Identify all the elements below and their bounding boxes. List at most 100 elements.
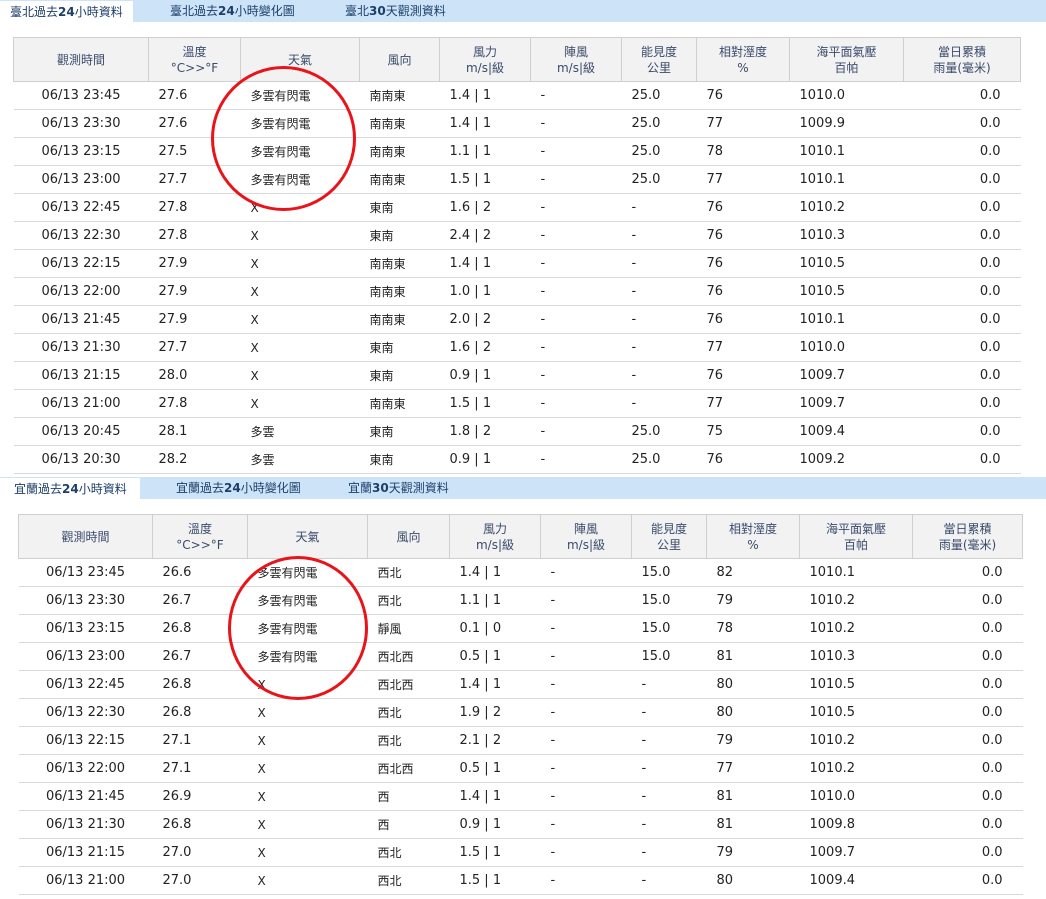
- cell-time: 06/13 21:30: [18, 810, 153, 839]
- cell-wind-dir: 東南: [359, 193, 440, 222]
- cell-humidity: 76: [696, 361, 790, 390]
- header-wind-dir-line: 風向: [396, 529, 421, 544]
- cell-weather: 多雲: [240, 445, 360, 474]
- cell-pressure: 1009.7: [789, 389, 904, 418]
- cell-rainfall: 0.0: [903, 361, 1021, 390]
- tab-taipei-24h-data[interactable]: 臺北過去24小時資料: [0, 0, 133, 23]
- tab-taipei-24h-chart[interactable]: 臺北過去24小時變化圖: [160, 0, 305, 22]
- header-humidity-line: 相對溼度: [728, 521, 777, 536]
- cell-wind-force: 2.0 | 2: [439, 305, 531, 334]
- table-row: 06/13 22:15 27.9 X 南南東 1.4 | 1- -76 1010.5 0.0: [13, 249, 1021, 278]
- cell-weather: X: [247, 866, 368, 895]
- cell-visibility: -: [631, 698, 707, 727]
- cell-temp: 26.9: [152, 782, 248, 811]
- tab-label-suffix: 小時資料: [78, 482, 127, 496]
- cell-temp: 27.0: [152, 838, 248, 867]
- cell-time: 06/13 22:45: [18, 670, 153, 699]
- header-time-line: 觀測時間: [56, 52, 105, 67]
- header-wind-dir: 風向: [367, 514, 450, 559]
- cell-visibility: -: [631, 866, 707, 895]
- table-row: 06/13 21:30 26.8 X 西 0.9 | 1- -81 1009.8 0.0: [18, 810, 1023, 839]
- cell-pressure: 1009.9: [789, 109, 904, 138]
- cell-visibility: 25.0: [621, 137, 697, 166]
- header-temp-line: 溫度: [182, 44, 207, 59]
- cell-pressure: 1010.1: [799, 558, 913, 587]
- header-rainfall: 當日累積 雨量(毫米): [903, 37, 1021, 82]
- cell-time: 06/13 23:15: [18, 614, 153, 643]
- cell-pressure: 1010.0: [789, 333, 904, 362]
- annotation-circle-taipei: [211, 66, 356, 211]
- cell-wind-force: 1.4 | 1: [449, 558, 541, 587]
- cell-wind-force: 1.4 | 1: [449, 782, 541, 811]
- table-row: 06/13 22:45 26.8 X 西北西 1.4 | 1- -80 1010.5 0.0: [18, 670, 1023, 699]
- cell-gust: -: [530, 417, 622, 446]
- header-wind-force-line: 風力: [472, 44, 497, 59]
- cell-time: 06/13 22:30: [13, 221, 149, 250]
- tab-yilan-24h-chart[interactable]: 宜蘭過去24小時變化圖: [166, 477, 311, 499]
- cell-wind-dir: 南南東: [359, 305, 440, 334]
- cell-rainfall: 0.0: [903, 389, 1021, 418]
- cell-temp: 28.0: [148, 361, 241, 390]
- header-wind-force-line: 風力: [482, 521, 507, 536]
- tab-label-prefix: 宜蘭: [348, 481, 373, 495]
- cell-pressure: 1009.7: [789, 361, 904, 390]
- table-row: 06/13 21:15 27.0 X 西北 1.5 | 1- -79 1009.7 0.0: [18, 838, 1023, 867]
- table-row: 06/13 22:30 26.8 X 西北 1.9 | 2- -80 1010.5 0.0: [18, 698, 1023, 727]
- cell-time: 06/13 23:30: [18, 586, 153, 615]
- header-pressure-line: 百帕: [843, 537, 868, 552]
- tab-yilan-24h-data[interactable]: 宜蘭過去24小時資料: [0, 477, 140, 500]
- cell-gust: -: [530, 193, 622, 222]
- tab-label-suffix: 天觀測資料: [385, 4, 446, 18]
- cell-wind-dir: 西北: [367, 726, 450, 755]
- cell-pressure: 1010.5: [789, 277, 904, 306]
- cell-visibility: 25.0: [621, 109, 697, 138]
- cell-visibility: -: [621, 221, 697, 250]
- cell-gust: -: [540, 838, 632, 867]
- header-temp: 溫度 °C>>°F: [152, 514, 248, 559]
- tab-label-number: 30: [369, 4, 386, 18]
- table-row: 06/13 23:45 26.6 多雲有閃電 西北 1.4 | 1-15.0 82 1010…: [18, 558, 1023, 587]
- cell-temp: 26.8: [152, 670, 248, 699]
- tab-label-suffix: 小時變化圖: [240, 481, 301, 495]
- cell-wind-force: 0.5 | 1: [449, 754, 541, 783]
- cell-visibility: -: [621, 193, 697, 222]
- tab-yilan-30d-data[interactable]: 宜蘭30天觀測資料: [338, 477, 459, 499]
- cell-weather: X: [247, 838, 368, 867]
- cell-visibility: 25.0: [621, 417, 697, 446]
- cell-time: 06/13 21:00: [13, 389, 149, 418]
- cell-wind-force: 0.1 | 0: [449, 614, 541, 643]
- header-gust-line: 陣風: [563, 44, 588, 59]
- cell-wind-dir: 西北: [367, 838, 450, 867]
- cell-humidity: 76: [696, 249, 790, 278]
- cell-pressure: 1010.5: [799, 698, 913, 727]
- cell-time: 06/13 21:00: [18, 866, 153, 895]
- cell-rainfall: 0.0: [903, 305, 1021, 334]
- cell-pressure: 1010.3: [799, 642, 913, 671]
- header-visibility-line: 公里: [646, 60, 671, 75]
- cell-wind-force: 1.0 | 1: [439, 277, 531, 306]
- tab-label-suffix: 小時變化圖: [234, 4, 295, 18]
- table-row: 06/13 23:45 27.6 多雲有閃電 南南東 1.4 | 1-25.0 76 101…: [13, 81, 1021, 110]
- tab-label-prefix: 宜蘭過去: [176, 481, 225, 495]
- cell-time: 06/13 21:15: [18, 838, 153, 867]
- header-gust-line: m/s|級: [566, 537, 606, 552]
- cell-gust: -: [530, 277, 622, 306]
- cell-pressure: 1010.2: [799, 586, 913, 615]
- cell-wind-force: 0.9 | 1: [439, 361, 531, 390]
- header-pressure: 海平面氣壓 百帕: [789, 37, 904, 82]
- cell-temp: 27.8: [148, 193, 241, 222]
- tab-taipei-30d-data[interactable]: 臺北30天觀測資料: [335, 0, 456, 22]
- cell-wind-force: 1.4 | 1: [449, 670, 541, 699]
- cell-time: 06/13 23:00: [18, 642, 153, 671]
- cell-wind-force: 1.4 | 1: [439, 81, 531, 110]
- cell-visibility: -: [631, 838, 707, 867]
- cell-wind-dir: 東南: [359, 417, 440, 446]
- cell-wind-dir: 西北: [367, 698, 450, 727]
- header-time: 觀測時間: [18, 514, 153, 559]
- cell-humidity: 82: [706, 558, 800, 587]
- cell-rainfall: 0.0: [912, 614, 1023, 643]
- cell-pressure: 1009.2: [789, 445, 904, 474]
- header-pressure-line: 海平面氣壓: [825, 521, 886, 536]
- cell-gust: -: [530, 361, 622, 390]
- cell-rainfall: 0.0: [912, 782, 1023, 811]
